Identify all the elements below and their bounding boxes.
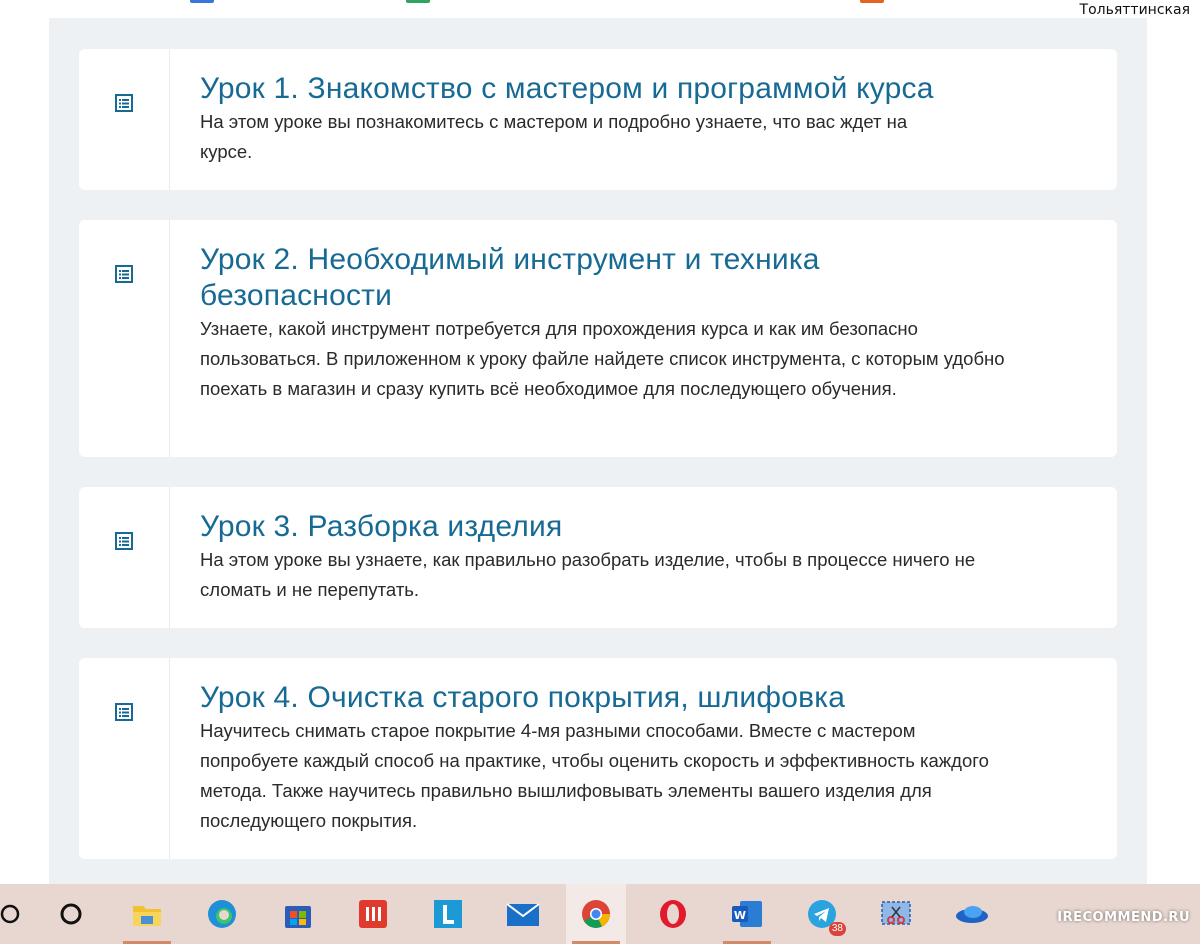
lesson-card-3[interactable]: Урок 3. Разборка изделия На этом уроке в…: [79, 487, 1117, 628]
snipping-tool-button[interactable]: [866, 884, 926, 944]
lesson-icon-column: [79, 658, 170, 859]
document-list-icon: [115, 532, 133, 550]
lesson-title[interactable]: Урок 2. Необходимый инструмент и техника…: [200, 242, 920, 314]
blue-app-button[interactable]: [942, 884, 1002, 944]
lesson-card-4[interactable]: Урок 4. Очистка старого покрытия, шлифов…: [79, 658, 1117, 859]
scissors-icon: [881, 901, 911, 925]
search-icon: [0, 904, 20, 924]
lesson-icon-column: [79, 487, 170, 628]
lesson-description: Научитесь снимать старое покрытие 4-мя р…: [200, 720, 989, 831]
file-explorer-button[interactable]: [117, 884, 177, 944]
lesson-title[interactable]: Урок 4. Очистка старого покрытия, шлифов…: [200, 680, 1077, 716]
telegram-button[interactable]: 38: [792, 884, 852, 944]
lesson-card-2[interactable]: Урок 2. Необходимый инструмент и техника…: [79, 220, 1117, 457]
location-label: Тольяттинская: [1079, 2, 1190, 18]
store-icon: [285, 906, 311, 928]
lesson-description: Узнаете, какой инструмент потребуется дл…: [200, 318, 1005, 399]
taskbar: W 38 IRECOMMEND.RU: [0, 884, 1200, 944]
lesson-title[interactable]: Урок 1. Знакомство с мастером и программ…: [200, 71, 1077, 107]
app-red-icon: [359, 900, 387, 928]
opera-icon: [660, 900, 686, 928]
lesson-description: На этом уроке вы узнаете, как правильно …: [200, 549, 976, 600]
bookmark-tab-orange[interactable]: [860, 0, 884, 3]
red-app-button[interactable]: [343, 884, 403, 944]
browser-top-strip: Тольяттинская: [0, 0, 1200, 18]
lesson-card-1[interactable]: Урок 1. Знакомство с мастером и программ…: [79, 49, 1117, 190]
mail-icon: [506, 903, 540, 926]
cortana-icon: [60, 903, 82, 925]
lesson-description: На этом уроке вы познакомитесь с мастеро…: [200, 111, 908, 162]
document-list-icon: [115, 703, 133, 721]
bookmark-tab-green[interactable]: [406, 0, 430, 3]
folder-icon: [133, 906, 161, 926]
lesson-icon-column: [79, 49, 170, 190]
mail-button[interactable]: [493, 884, 553, 944]
document-list-icon: [115, 265, 133, 283]
lingualeo-button[interactable]: [418, 884, 478, 944]
chrome-icon: [582, 900, 610, 928]
app-blue-icon: [956, 906, 988, 923]
document-list-icon: [115, 94, 133, 112]
edge-icon: [208, 900, 236, 928]
store-button[interactable]: [268, 884, 328, 944]
bookmark-tab-blue[interactable]: [190, 0, 214, 3]
search-button[interactable]: [0, 884, 40, 944]
chrome-button[interactable]: [566, 884, 626, 944]
lingualeo-icon: [434, 900, 462, 928]
opera-button[interactable]: [643, 884, 703, 944]
word-button[interactable]: W: [717, 884, 777, 944]
watermark: IRECOMMEND.RU: [1057, 910, 1190, 925]
svg-text:W: W: [734, 909, 746, 922]
unread-count-badge: 38: [828, 922, 846, 936]
lesson-title[interactable]: Урок 3. Разборка изделия: [200, 509, 1077, 545]
edge-button[interactable]: [192, 884, 252, 944]
cortana-button[interactable]: [41, 884, 101, 944]
word-icon: W: [732, 901, 762, 927]
lesson-icon-column: [79, 220, 170, 457]
